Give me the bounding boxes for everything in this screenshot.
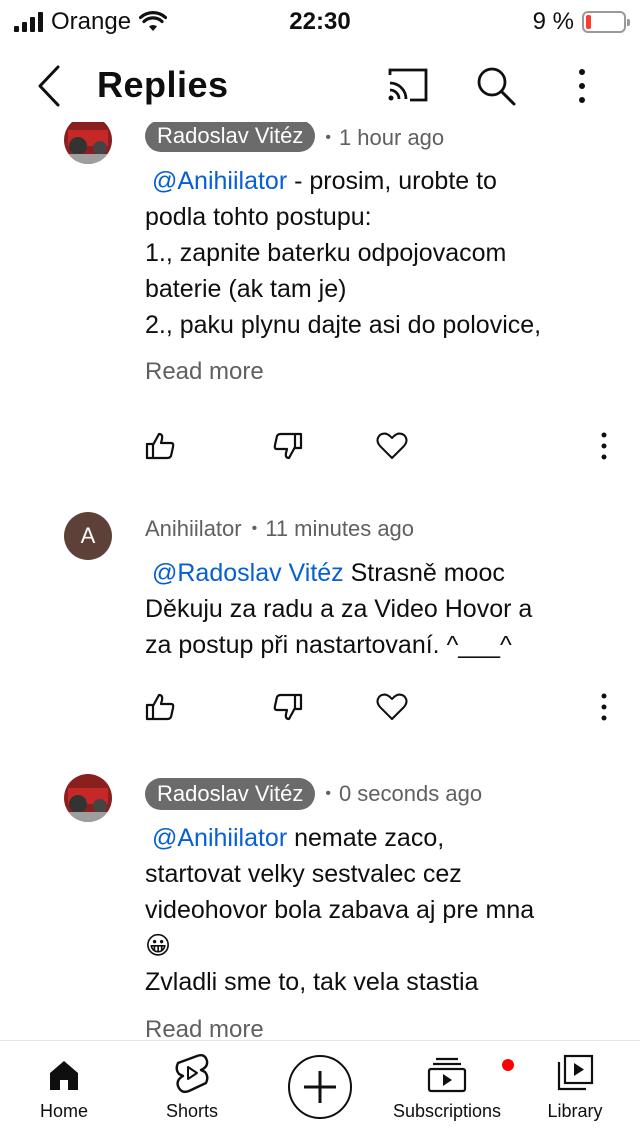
nav-home-label: Home [39, 1101, 88, 1121]
avatar[interactable]: A [64, 512, 112, 560]
emoji: 😀 [145, 932, 172, 960]
mention-link[interactable]: @Anihiilator [152, 824, 287, 852]
page-title: Replies [97, 64, 229, 105]
nav-shorts[interactable]: Shorts [150, 1041, 234, 1136]
replies-list[interactable]: Radoslav Vitéz • 1 hour ago @Anihiilator… [0, 122, 640, 1040]
create-button[interactable] [288, 1055, 352, 1119]
shorts-icon [175, 1053, 209, 1093]
more-vert-icon [579, 69, 585, 103]
subscriptions-icon [427, 1057, 467, 1093]
reply-text: @Radoslav Vitéz Strasně mooc Děkuju za r… [145, 559, 533, 659]
more-vert-icon [601, 432, 607, 460]
notification-dot [500, 1057, 516, 1073]
reply-actions [0, 685, 640, 729]
dislike-button[interactable] [266, 424, 310, 468]
reply-text: @Anihiilator - prosim, urobte to podla t… [145, 167, 542, 339]
reply-meta: Radoslav Vitéz • 1 hour ago [145, 122, 444, 154]
reply-actions [0, 424, 640, 468]
heart-button[interactable] [370, 424, 414, 468]
nav-library-label: Library [547, 1101, 603, 1121]
search-button[interactable] [472, 62, 520, 110]
reply-more-button[interactable] [582, 685, 626, 729]
thumb-down-icon [273, 432, 303, 460]
author-name[interactable]: Radoslav Vitéz [145, 778, 316, 810]
back-icon [38, 65, 60, 107]
app-header: Replies [0, 50, 640, 122]
create-icon [304, 1071, 336, 1103]
like-button[interactable] [138, 424, 182, 468]
dislike-button[interactable] [266, 685, 310, 729]
more-options-button[interactable] [566, 62, 598, 110]
author-name[interactable]: Radoslav Vitéz [145, 122, 316, 152]
author-name[interactable]: Anihiilator [145, 516, 242, 542]
read-more-link[interactable]: Read more [145, 358, 264, 386]
back-button[interactable] [28, 62, 72, 110]
home-icon [50, 1061, 78, 1090]
heart-icon [376, 432, 408, 459]
battery-icon [582, 11, 630, 33]
cast-button[interactable] [384, 66, 432, 106]
reply-time: 11 minutes ago [265, 516, 415, 541]
reply-time: 1 hour ago [338, 125, 445, 150]
nav-shorts-label: Shorts [165, 1101, 219, 1121]
nav-library[interactable]: Library [534, 1041, 616, 1136]
nav-subscriptions-label: Subscriptions [392, 1101, 502, 1121]
reply-meta: Anihiilator • 11 minutes ago [145, 516, 415, 542]
cast-icon [388, 68, 428, 102]
mention-link[interactable]: @Radoslav Vitéz [152, 559, 344, 587]
more-vert-icon [601, 693, 607, 721]
read-more-link[interactable]: Read more [145, 1016, 264, 1040]
heart-button[interactable] [370, 685, 414, 729]
battery-percent: 9 % [532, 8, 574, 35]
like-button[interactable] [138, 685, 182, 729]
nav-subscriptions[interactable]: Subscriptions [382, 1041, 516, 1136]
reply-more-button[interactable] [582, 424, 626, 468]
library-icon [557, 1054, 594, 1091]
thumb-down-icon [273, 693, 303, 721]
search-icon [477, 67, 516, 106]
thumb-up-icon [145, 693, 175, 721]
nav-home[interactable]: Home [24, 1041, 104, 1136]
thumb-up-icon [145, 432, 175, 460]
avatar[interactable] [64, 774, 112, 822]
bottom-nav: Home Shorts Subscriptions Library [0, 1040, 640, 1136]
heart-icon [376, 693, 408, 720]
avatar[interactable] [64, 122, 112, 164]
reply-meta: Radoslav Vitéz • 0 seconds ago [145, 778, 482, 810]
reply-time: 0 seconds ago [338, 781, 483, 806]
status-right: 9 % [532, 8, 630, 36]
reply-text: @Anihiilator nemate zaco, startovat velk… [145, 820, 615, 1000]
status-bar: Orange 22:30 9 % [0, 0, 640, 44]
mention-link[interactable]: @Anihiilator [152, 167, 287, 195]
